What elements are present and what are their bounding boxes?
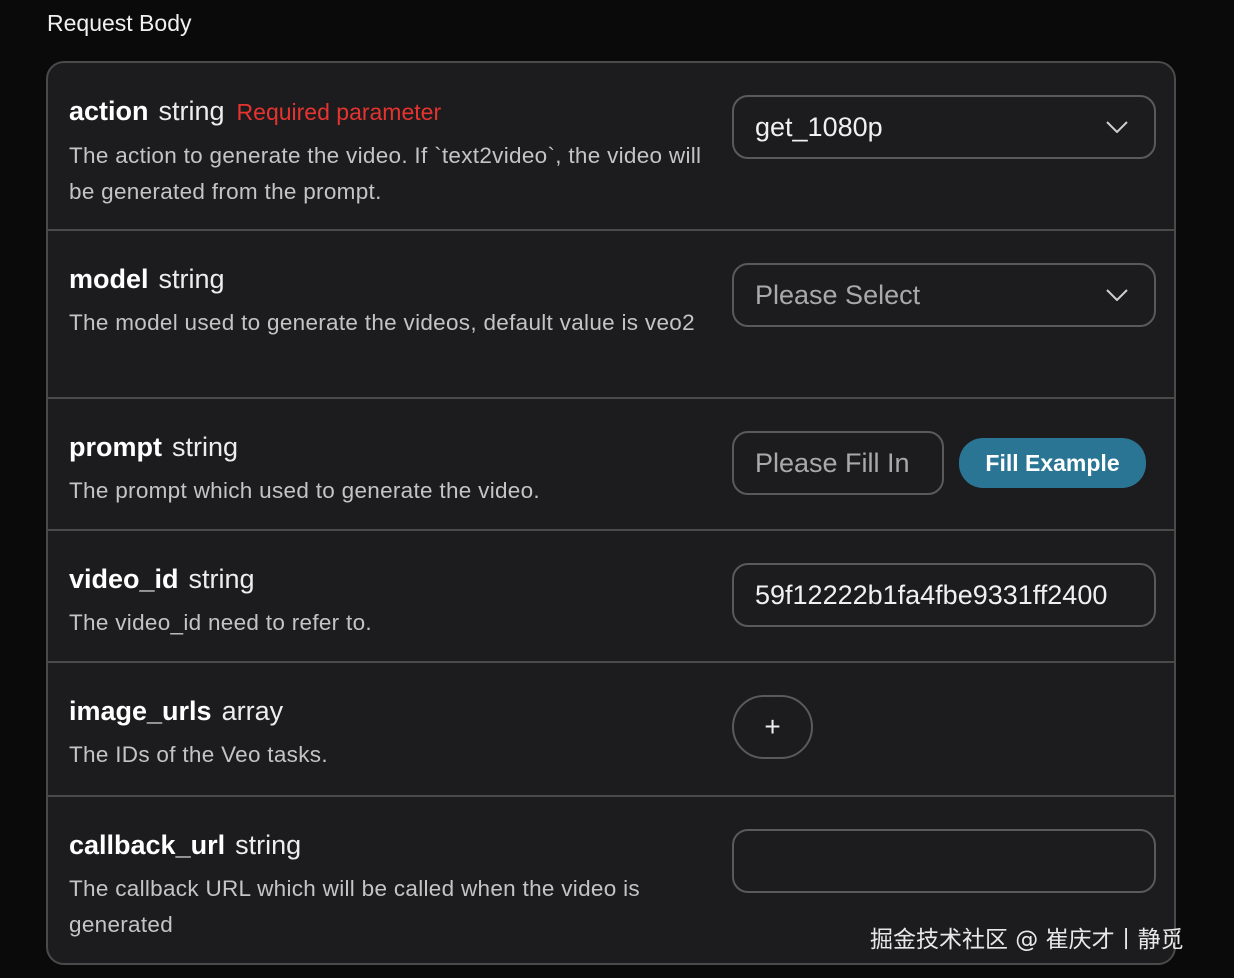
param-info: prompt string The prompt which used to ge… xyxy=(69,429,709,509)
param-description: The prompt which used to generate the vi… xyxy=(69,478,540,503)
callback-url-input[interactable] xyxy=(732,829,1156,893)
param-row-video-id: video_id string The video_id need to refe… xyxy=(48,531,1174,663)
param-name: model xyxy=(69,264,149,294)
param-type: string xyxy=(158,264,225,294)
param-row-prompt: prompt string The prompt which used to ge… xyxy=(48,399,1174,531)
param-name: video_id xyxy=(69,564,179,594)
param-description: The video_id need to refer to. xyxy=(69,610,372,635)
input-placeholder: Please Fill In xyxy=(755,447,910,478)
select-placeholder: Please Select xyxy=(755,279,921,310)
model-select[interactable]: Please Select xyxy=(732,263,1156,327)
param-description: The action to generate the video. If `te… xyxy=(69,143,702,204)
action-select[interactable]: get_1080p xyxy=(732,95,1156,159)
video-id-input[interactable]: 59f12222b1fa4fbe9331ff2400 xyxy=(732,563,1156,627)
param-name: prompt xyxy=(69,432,162,462)
plus-icon: + xyxy=(764,711,781,742)
request-body-panel: action string Required parameter The actio… xyxy=(46,61,1176,965)
chevron-down-icon xyxy=(1106,289,1128,301)
param-name: callback_url xyxy=(69,830,226,860)
param-type: string xyxy=(235,830,302,860)
param-type: string xyxy=(158,96,225,126)
param-info: model string The model used to generate t… xyxy=(69,261,709,341)
param-row-model: model string The model used to generate t… xyxy=(48,231,1174,399)
param-info: image_urls array The IDs of the Veo tasks… xyxy=(69,693,709,773)
prompt-input[interactable]: Please Fill In xyxy=(732,431,944,495)
select-value: get_1080p xyxy=(755,111,883,142)
fill-example-button[interactable]: Fill Example xyxy=(959,438,1146,488)
param-name: image_urls xyxy=(69,696,212,726)
param-description: The callback URL which will be called wh… xyxy=(69,876,640,937)
param-row-image-urls: image_urls array The IDs of the Veo tasks… xyxy=(48,663,1174,797)
param-row-action: action string Required parameter The actio… xyxy=(48,63,1174,231)
watermark: 掘金技术社区 @ 崔庆才丨静觅 xyxy=(870,927,1184,953)
param-info: video_id string The video_id need to refe… xyxy=(69,561,709,641)
param-info: action string Required parameter The actio… xyxy=(69,93,709,210)
param-type: string xyxy=(171,432,239,462)
param-info: callback_url string The callback URL whic… xyxy=(69,827,709,943)
param-description: The model used to generate the videos, d… xyxy=(69,310,695,335)
add-item-button[interactable]: + xyxy=(732,695,813,759)
required-badge: Required parameter xyxy=(236,99,442,125)
input-value: 59f12222b1fa4fbe9331ff2400 xyxy=(755,579,1108,610)
param-description: The IDs of the Veo tasks. xyxy=(69,742,328,767)
param-type: array xyxy=(221,696,284,726)
param-type: string xyxy=(188,564,255,594)
chevron-down-icon xyxy=(1106,121,1128,133)
param-name: action xyxy=(69,96,149,126)
section-title: Request Body xyxy=(47,10,192,36)
